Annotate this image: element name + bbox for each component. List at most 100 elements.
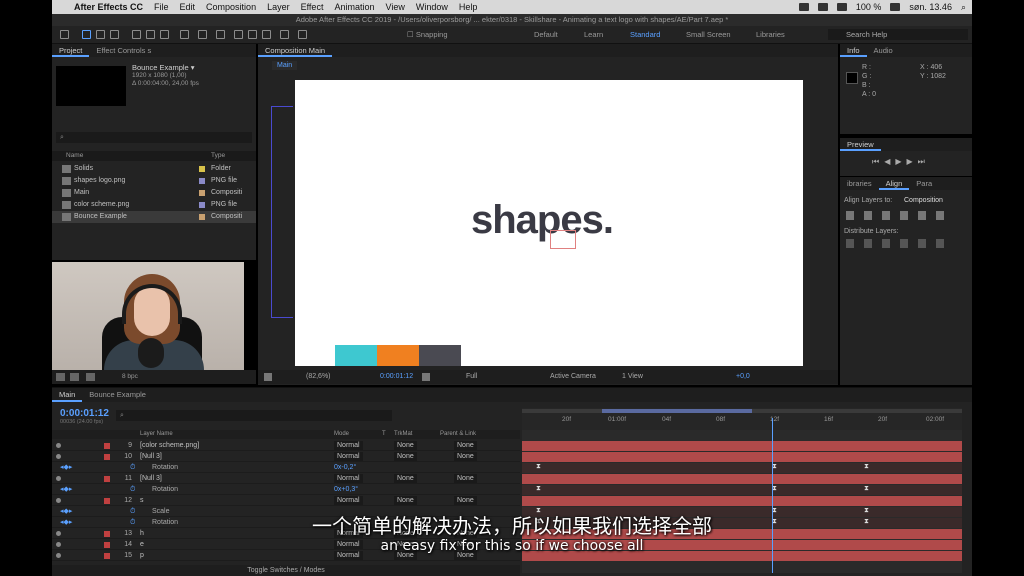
layer-duration-bar[interactable] <box>522 441 962 451</box>
menu-help[interactable]: Help <box>459 2 478 12</box>
composition-breadcrumb[interactable]: Main <box>272 61 298 70</box>
bit-depth[interactable]: 8 bpc <box>122 370 138 384</box>
project-search-input[interactable]: ⌕ <box>56 132 252 143</box>
wifi-icon[interactable] <box>836 3 847 11</box>
layer-label-color[interactable] <box>104 443 110 449</box>
distribute-left-icon[interactable] <box>900 239 908 248</box>
layer-duration-bar[interactable] <box>522 474 962 484</box>
visibility-eye-icon[interactable] <box>56 476 61 481</box>
distribute-hcenter-icon[interactable] <box>918 239 926 248</box>
timeline-current-time[interactable]: 0:00:01:12 <box>60 408 109 419</box>
project-item-shapes-logo[interactable]: shapes logo.png PNG file <box>52 175 256 187</box>
layer-bounding-box[interactable] <box>550 230 576 249</box>
trkmat-dropdown[interactable]: None <box>394 452 417 461</box>
align-left-icon[interactable] <box>846 211 854 220</box>
project-item-color-scheme[interactable]: color scheme.png PNG file <box>52 199 256 211</box>
camera-icon[interactable] <box>798 3 809 11</box>
col-t[interactable]: T <box>382 430 386 439</box>
snapshot-icon[interactable] <box>422 373 430 381</box>
align-hcenter-icon[interactable] <box>864 211 872 220</box>
interpret-footage-icon[interactable] <box>56 373 65 381</box>
col-layer-name[interactable]: Layer Name <box>140 430 173 439</box>
distribute-top-icon[interactable] <box>846 239 854 248</box>
visibility-eye-icon[interactable] <box>56 443 61 448</box>
keyframe-icon[interactable]: ⧗ <box>536 485 541 493</box>
menu-composition[interactable]: Composition <box>206 2 256 12</box>
swatch-orange[interactable] <box>377 345 419 366</box>
distribute-right-icon[interactable] <box>936 239 944 248</box>
parent-dropdown[interactable]: None <box>454 496 477 505</box>
property-value[interactable]: 0x+0,3° <box>334 484 358 495</box>
property-row[interactable]: ◂◆▸ ⏱ Rotation 0x+0,3° <box>52 484 520 495</box>
magnification-dropdown[interactable]: (82,6%) <box>306 370 331 384</box>
tab-effect-controls[interactable]: Effect Controls s <box>89 44 158 57</box>
col-parent[interactable]: Parent & Link <box>440 430 476 439</box>
project-item-solids[interactable]: Solids Folder <box>52 163 256 175</box>
new-composition-icon[interactable] <box>86 373 95 381</box>
menu-app-name[interactable]: After Effects CC <box>74 2 143 12</box>
next-frame-icon[interactable]: ▶ <box>907 157 918 166</box>
parent-dropdown[interactable]: None <box>454 474 477 483</box>
label-color-swatch[interactable] <box>199 166 205 172</box>
toggle-switches-modes[interactable]: Toggle Switches / Modes <box>52 565 520 576</box>
tab-project[interactable]: Project <box>52 44 90 57</box>
stopwatch-icon[interactable]: ⏱ <box>130 484 135 495</box>
menu-animation[interactable]: Animation <box>334 2 374 12</box>
clone-tool-icon[interactable] <box>248 30 257 39</box>
layer-name[interactable]: [Null 3] <box>140 473 162 484</box>
layer-label-color[interactable] <box>104 476 110 482</box>
stopwatch-icon[interactable]: ⏱ <box>130 462 135 473</box>
layer-name[interactable]: [color scheme.png] <box>140 440 199 451</box>
swatch-cyan[interactable] <box>335 345 377 366</box>
menu-window[interactable]: Window <box>416 2 448 12</box>
align-vcenter-icon[interactable] <box>918 211 926 220</box>
layer-row[interactable]: 11 [Null 3] Normal None None <box>52 473 520 484</box>
snapping-toggle[interactable]: ☐ Snapping <box>407 30 448 39</box>
battery-icon[interactable] <box>890 3 901 11</box>
col-mode[interactable]: Mode <box>334 430 349 439</box>
timeline-search-input[interactable]: ⌕ <box>116 410 392 421</box>
distribute-bottom-icon[interactable] <box>882 239 890 248</box>
align-right-icon[interactable] <box>882 211 890 220</box>
resolution-dropdown[interactable]: Full <box>466 370 477 384</box>
tab-info[interactable]: Info <box>840 44 867 57</box>
property-value[interactable]: 0x-0,2° <box>334 462 356 473</box>
rotate-tool-icon[interactable] <box>132 30 141 39</box>
spotlight-icon[interactable]: ⌕ <box>961 2 966 13</box>
project-item-main[interactable]: Main Compositi <box>52 187 256 199</box>
layer-name[interactable]: s <box>140 495 144 506</box>
menu-layer[interactable]: Layer <box>267 2 290 12</box>
layer-row[interactable]: 9 [color scheme.png] Normal None None <box>52 440 520 451</box>
mode-dropdown[interactable]: Normal <box>334 441 363 450</box>
home-icon[interactable] <box>60 30 69 39</box>
mode-dropdown[interactable]: Normal <box>334 496 363 505</box>
menu-file[interactable]: File <box>154 2 169 12</box>
menu-effect[interactable]: Effect <box>301 2 324 12</box>
tab-timeline-bounce-example[interactable]: Bounce Example <box>82 388 153 402</box>
tab-composition-main[interactable]: Composition Main <box>258 44 333 57</box>
column-name[interactable]: Name <box>66 151 83 161</box>
dropbox-icon[interactable] <box>817 3 828 11</box>
hand-tool-icon[interactable] <box>96 30 105 39</box>
prev-frame-icon[interactable]: ◀ <box>884 157 895 166</box>
camera-tool-icon[interactable] <box>146 30 155 39</box>
selected-item-name[interactable]: Bounce Example ▾ <box>132 64 199 72</box>
align-to-dropdown[interactable]: Composition <box>904 197 943 204</box>
layer-label-color[interactable] <box>104 454 110 460</box>
pen-tool-icon[interactable] <box>198 30 207 39</box>
time-ruler[interactable]: 20f 01:00f 04f 08f 12f 16f 20f 02:00f <box>522 408 962 430</box>
workspace-learn[interactable]: Learn <box>584 30 603 39</box>
tab-paragraph[interactable]: Para <box>909 177 939 190</box>
property-track[interactable]: ⧗ ⧗ ⧗ <box>522 485 962 495</box>
brush-tool-icon[interactable] <box>234 30 243 39</box>
views-dropdown[interactable]: 1 View <box>622 370 643 384</box>
tab-audio[interactable]: Audio <box>867 44 900 57</box>
label-color-swatch[interactable] <box>199 190 205 196</box>
align-bottom-icon[interactable] <box>936 211 944 220</box>
visibility-eye-icon[interactable] <box>56 498 61 503</box>
trkmat-dropdown[interactable]: None <box>394 441 417 450</box>
trkmat-dropdown[interactable]: None <box>394 496 417 505</box>
workspace-standard[interactable]: Standard <box>630 30 660 39</box>
tab-timeline-main[interactable]: Main <box>52 388 83 402</box>
always-preview-icon[interactable] <box>264 373 272 381</box>
